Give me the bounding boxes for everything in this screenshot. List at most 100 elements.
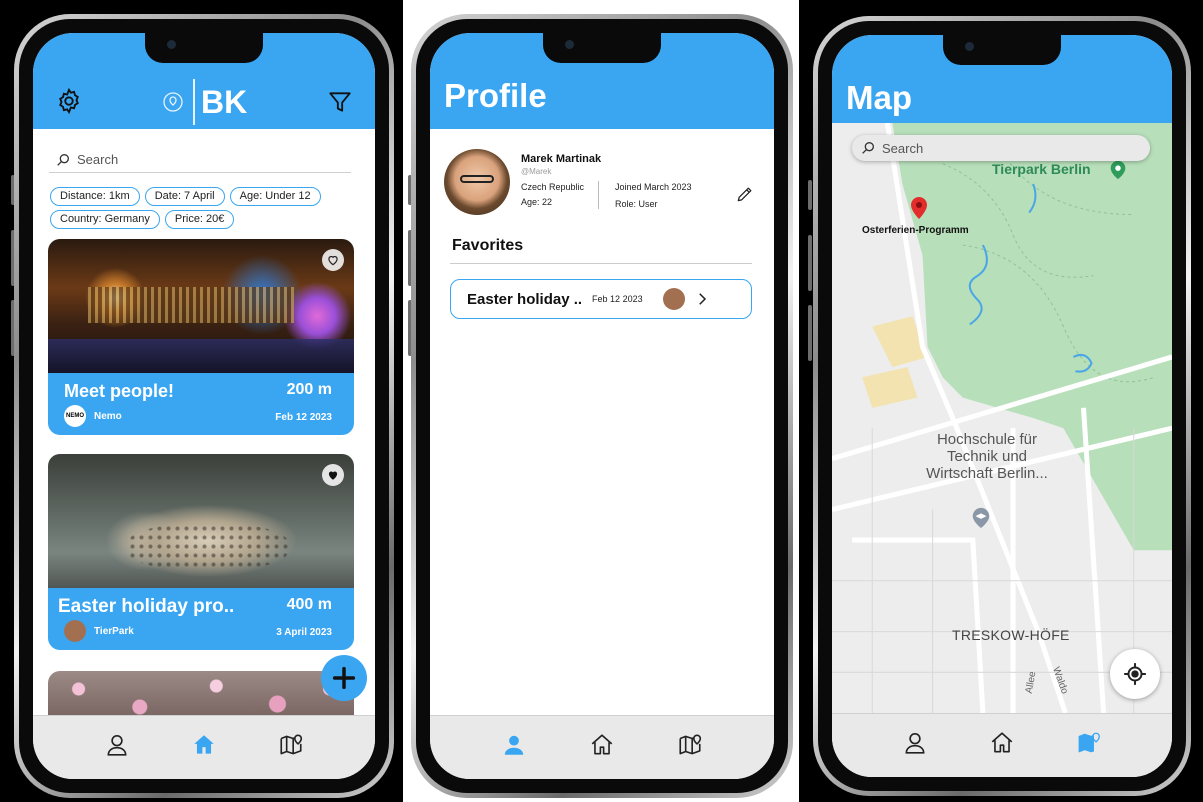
event-photo-leopard — [48, 454, 354, 594]
event-organizer: NEMO Nemo — [64, 405, 122, 427]
district-label: TRESKOW-HÖFE — [952, 627, 1070, 643]
side-button — [808, 235, 812, 291]
filter-chip-distance[interactable]: Distance: 1km — [50, 187, 140, 206]
crosshair-icon — [1124, 663, 1146, 685]
profile-handle: @Marek — [521, 167, 552, 176]
home-screen-panel: BK Search Distance: 1km Date: 7 April Ag… — [0, 0, 400, 802]
event-info: Meet people! 200 m NEMO Nemo Feb 12 2023 — [48, 373, 354, 435]
app-logo: BK — [161, 79, 247, 125]
notch — [943, 35, 1061, 65]
filter-button[interactable] — [327, 89, 353, 115]
event-organizer: TierPark — [64, 620, 134, 642]
event-distance: 400 m — [286, 596, 332, 613]
park-marker-icon — [1110, 160, 1126, 180]
side-button — [808, 180, 812, 210]
favorites-heading: Favorites — [452, 237, 524, 254]
profile-country: Czech Republic — [521, 182, 585, 192]
event-title: Meet people! — [64, 381, 175, 401]
search-placeholder: Search — [77, 152, 119, 167]
profile-joined: Joined March 2023 — [615, 182, 692, 192]
favorite-title: Easter holiday .. — [467, 290, 583, 308]
edit-profile-button[interactable] — [734, 183, 756, 205]
home-content: Search Distance: 1km Date: 7 April Age: … — [33, 129, 375, 731]
tab-bar — [430, 715, 774, 779]
map-icon — [1078, 732, 1100, 752]
profile-content: Marek Martinak @Marek Czech Republic Age… — [430, 129, 774, 715]
avatar — [444, 149, 510, 215]
phone-frame: Profile Marek Martinak @Marek Czech Repu… — [411, 14, 793, 798]
phone-frame: Map Search Tierpark Berlin Osterferien-P… — [813, 16, 1191, 796]
map-icon — [679, 733, 702, 754]
map-screen-panel: Map Search Tierpark Berlin Osterferien-P… — [803, 0, 1203, 802]
school-marker-icon — [972, 507, 990, 529]
tab-profile[interactable] — [898, 726, 932, 760]
filter-chip-age[interactable]: Age: Under 12 — [229, 187, 321, 206]
event-distance: 200 m — [286, 381, 332, 398]
profile-age: Age: 22 — [521, 197, 553, 207]
favorite-item[interactable]: Easter holiday .. Feb 12 2023 — [450, 279, 752, 319]
my-location-button[interactable] — [1110, 649, 1160, 699]
plus-icon — [332, 666, 356, 690]
favorite-button[interactable] — [322, 464, 344, 486]
organizer-avatar — [662, 288, 685, 310]
tab-home[interactable] — [985, 726, 1019, 760]
profile-role: Role: User — [615, 199, 658, 209]
organizer-name: Nemo — [94, 410, 122, 422]
event-pin-icon[interactable] — [907, 193, 931, 223]
filter-chip-date[interactable]: Date: 7 April — [144, 187, 225, 206]
event-date: 3 April 2023 — [276, 627, 332, 638]
add-event-button[interactable] — [321, 655, 367, 701]
tab-bar — [832, 713, 1172, 777]
profile-screen-panel: Profile Marek Martinak @Marek Czech Repu… — [403, 0, 799, 802]
event-info: Easter holiday pro.. 400 m TierPark 3 Ap… — [48, 588, 354, 650]
home-icon — [591, 733, 613, 754]
tab-profile[interactable] — [100, 728, 134, 762]
logo-text: BK — [201, 83, 248, 120]
favorite-button[interactable] — [322, 249, 344, 271]
event-pin-label: Osterferien-Programm — [862, 225, 969, 236]
organizer-avatar: NEMO — [64, 405, 86, 427]
search-icon — [57, 153, 69, 166]
funnel-icon — [329, 92, 351, 112]
filter-chip-price[interactable]: Price: 20€ — [164, 210, 235, 229]
profile-name: Marek Martinak — [521, 153, 602, 165]
map-screen: Map Search Tierpark Berlin Osterferien-P… — [832, 35, 1172, 777]
tab-map[interactable] — [673, 728, 707, 762]
filter-chip-country[interactable]: Country: Germany — [50, 210, 160, 229]
profile-card: Marek Martinak @Marek Czech Republic Age… — [444, 149, 760, 221]
map-canvas — [832, 123, 1172, 713]
phone-frame: BK Search Distance: 1km Date: 7 April Ag… — [14, 14, 394, 798]
favorites-divider — [450, 263, 752, 264]
heart-filled-icon — [328, 471, 338, 480]
event-photo-bar — [48, 239, 354, 379]
settings-button[interactable] — [55, 87, 83, 115]
home-screen: BK Search Distance: 1km Date: 7 April Ag… — [33, 33, 375, 779]
tab-profile[interactable] — [497, 728, 531, 762]
filter-chips: Distance: 1km Date: 7 April Age: Under 1… — [50, 187, 355, 229]
organizer-name: TierPark — [94, 625, 134, 637]
search-icon — [862, 142, 874, 154]
heart-outline-icon — [328, 255, 338, 266]
person-icon — [107, 734, 127, 756]
profile-screen: Profile Marek Martinak @Marek Czech Repu… — [430, 33, 774, 779]
home-icon — [991, 731, 1013, 752]
profile-divider — [598, 181, 599, 209]
map-view[interactable]: Search Tierpark Berlin Osterferien-Progr… — [832, 123, 1172, 713]
map-search-input[interactable]: Search — [852, 135, 1150, 161]
tab-home[interactable] — [585, 728, 619, 762]
search-placeholder: Search — [882, 140, 924, 156]
notch — [543, 33, 661, 63]
page-title: Map — [846, 79, 912, 116]
tab-map[interactable] — [274, 728, 308, 762]
organizer-avatar — [64, 620, 86, 642]
event-date: Feb 12 2023 — [275, 412, 332, 423]
side-button — [808, 305, 812, 361]
gear-icon — [59, 87, 79, 115]
map-icon — [280, 733, 303, 754]
tab-home[interactable] — [187, 728, 221, 762]
event-card[interactable]: Easter holiday pro.. 400 m TierPark 3 Ap… — [48, 454, 354, 650]
tab-map[interactable] — [1072, 726, 1106, 760]
logo-divider — [193, 79, 195, 125]
event-card[interactable]: Meet people! 200 m NEMO Nemo Feb 12 2023 — [48, 239, 354, 435]
search-input[interactable]: Search — [49, 147, 351, 173]
